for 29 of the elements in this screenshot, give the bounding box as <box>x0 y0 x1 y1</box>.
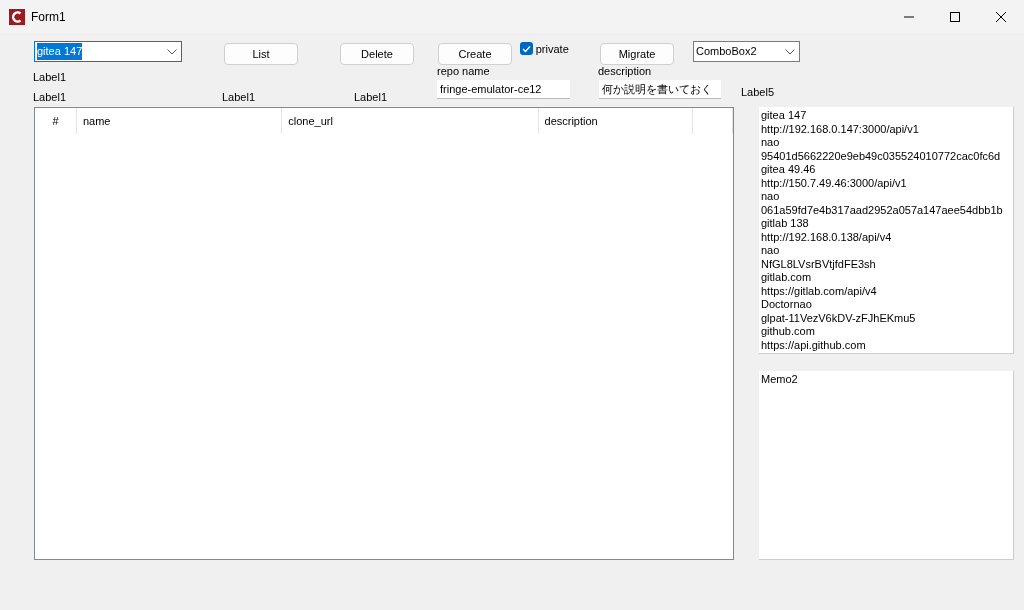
form-button[interactable]: Delete <box>340 43 414 65</box>
label: Label5 <box>741 85 775 100</box>
column-header[interactable]: name <box>76 108 283 134</box>
close-icon <box>996 11 1006 22</box>
text-field[interactable]: fringe-emulator-ce12 <box>437 80 570 99</box>
column-header[interactable]: clone_url <box>282 108 539 134</box>
form-button[interactable]: Create <box>438 43 512 65</box>
text-field[interactable]: 何か説明を書いておく <box>599 80 721 99</box>
memo-text[interactable]: Memo2 <box>759 371 1014 560</box>
form-button[interactable]: List <box>224 43 298 65</box>
dropdown[interactable]: ComboBox2 <box>693 41 800 62</box>
label: Label1 <box>33 70 67 85</box>
caret-icon <box>167 48 177 55</box>
caret-icon <box>785 48 795 55</box>
window-title: Form1 <box>31 8 66 26</box>
field-label: repo name <box>437 64 490 79</box>
form-button[interactable]: Migrate <box>600 43 674 65</box>
label: Label1 <box>222 90 256 105</box>
column-header[interactable]: # <box>35 108 77 134</box>
maximize-icon <box>950 11 960 22</box>
memo-text[interactable]: gitea 147 http://192.168.0.147:3000/api/v1 nao 95401d5662220e9eb49c035524010772cac0fc6d gitea 49.46 http://150.7.49.46:3000/api/v1 nao 061a59fd7e4b317aad2952a057a147aee54dbb1b gitlab 138 http://192.168.0.138/api/v4 nao NfGL8LVsrBVtjfdFE3sh gitlab.com https://gitlab.com/api/v4 Doctornao glpat-11VezV6kDV-zFJhEKmu5 github.com https://api.github.com <box>759 107 1014 354</box>
field-label: description <box>598 64 652 79</box>
column-header[interactable]: description <box>538 108 694 134</box>
dropdown[interactable]: gitea 147 <box>34 41 182 62</box>
private-checkbox[interactable]: private <box>520 42 569 58</box>
label: Label1 <box>33 90 67 105</box>
app-icon <box>9 8 25 25</box>
label: Label1 <box>354 90 388 105</box>
checkmark-icon <box>522 44 531 53</box>
